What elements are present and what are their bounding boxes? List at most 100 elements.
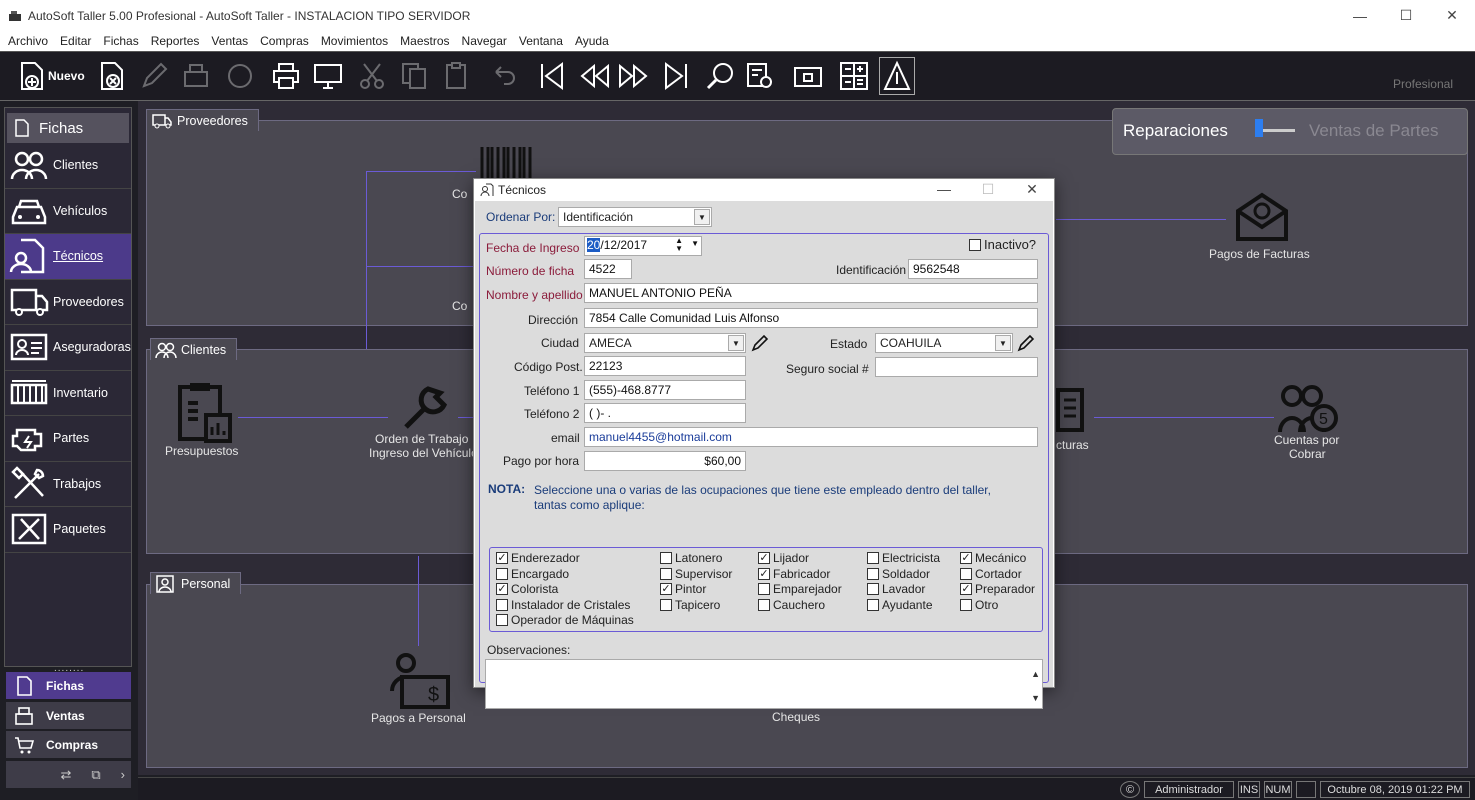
occupation-checkbox[interactable]: Soldador [867, 567, 930, 581]
cut-button[interactable] [356, 57, 388, 95]
menu-ventana[interactable]: Ventana [513, 34, 569, 48]
switch-knob[interactable] [1255, 119, 1263, 137]
search-list-button[interactable] [744, 57, 776, 95]
chevron-down-icon[interactable]: ▼ [995, 335, 1011, 351]
minimize-icon[interactable]: — [1337, 0, 1383, 31]
node-compras-top[interactable]: Co [452, 187, 467, 201]
node-orden-trabajo[interactable]: Orden de Trabajo [375, 432, 468, 446]
paste-button[interactable] [440, 57, 472, 95]
occupation-checkbox[interactable]: ✓ Mecánico [960, 551, 1026, 565]
close-icon[interactable]: ✕ [1429, 0, 1475, 31]
pencil-icon[interactable] [750, 333, 770, 353]
occupation-checkbox[interactable]: Latonero [660, 551, 722, 565]
occupation-checkbox[interactable]: ✓ Lijador [758, 551, 809, 565]
chevron-right-icon[interactable]: › [121, 767, 125, 782]
sidebar-item-partes[interactable]: Partes [5, 416, 131, 462]
occupation-checkbox[interactable]: Operador de Máquinas [496, 613, 634, 627]
occupation-checkbox[interactable]: Cauchero [758, 598, 825, 612]
sidebar-item-paquetes[interactable]: Paquetes [5, 507, 131, 553]
menu-ayuda[interactable]: Ayuda [569, 34, 615, 48]
ciudad-select[interactable]: AMECA ▼ [584, 333, 746, 353]
node-ingreso-vehiculo[interactable]: Ingreso del Vehículo [369, 446, 478, 460]
mode-reparaciones[interactable]: Reparaciones [1123, 121, 1228, 141]
nav-compras[interactable]: Compras [6, 731, 131, 758]
spin-updown-icon[interactable]: ▲ ▼ [675, 237, 683, 253]
chevron-down-icon[interactable]: ▼ [728, 335, 744, 351]
observaciones-textarea[interactable]: ▲ ▼ [485, 659, 1043, 709]
brand-button[interactable] [879, 57, 915, 95]
occupation-checkbox[interactable]: ✓ Fabricador [758, 567, 830, 581]
node-cheques[interactable]: Cheques [772, 710, 820, 724]
undo-button[interactable] [488, 57, 520, 95]
first-record-button[interactable] [536, 57, 568, 95]
node-compras-bottom[interactable]: Co [452, 299, 467, 313]
lock-button[interactable] [792, 57, 824, 95]
chevron-down-icon[interactable]: ▼ [691, 239, 699, 248]
menu-archivo[interactable]: Archivo [2, 34, 54, 48]
node-cobrar[interactable]: Cobrar [1289, 447, 1326, 461]
fecha-ingreso-picker[interactable]: 20/12/2017 ▲ ▼ ▼ [584, 236, 702, 256]
nav-fichas[interactable]: Fichas [6, 672, 131, 699]
order-by-select[interactable]: Identificación ▼ [558, 207, 712, 227]
node-cuentas-por[interactable]: Cuentas por [1274, 433, 1339, 447]
chevron-down-icon[interactable]: ▼ [694, 209, 710, 225]
sidebar-item-tecnicos[interactable]: Técnicos [5, 234, 131, 280]
sidebar-item-proveedores[interactable]: Proveedores [5, 280, 131, 325]
occupation-checkbox[interactable]: Cortador [960, 567, 1022, 581]
swap-icon[interactable]: ⇄ [60, 767, 71, 783]
dialog-close-icon[interactable]: ✕ [1022, 181, 1042, 198]
scrollbar-arrows[interactable]: ▲ ▼ [1031, 662, 1040, 710]
email-input[interactable]: manuel4455@hotmail.com [584, 427, 1038, 447]
menu-compras[interactable]: Compras [254, 34, 315, 48]
occupation-checkbox[interactable]: Ayudante [867, 598, 933, 612]
new-record-button[interactable] [16, 57, 48, 95]
codigo-postal-input[interactable]: 22123 [584, 356, 746, 376]
menu-editar[interactable]: Editar [54, 34, 97, 48]
print-button[interactable] [270, 57, 302, 95]
occupation-checkbox[interactable]: Instalador de Cristales [496, 598, 630, 612]
occupation-checkbox[interactable]: ✓ Pintor [660, 582, 706, 596]
telefono2-input[interactable]: ( )- . [584, 403, 746, 423]
node-pagos-facturas[interactable]: Pagos de Facturas [1209, 247, 1310, 261]
next-record-button[interactable] [618, 57, 650, 95]
nombre-input[interactable]: MANUEL ANTONIO PEÑA [584, 283, 1038, 303]
calculator-button[interactable] [838, 57, 870, 95]
estado-select[interactable]: COAHUILA ▼ [875, 333, 1013, 353]
pencil-icon[interactable] [1016, 333, 1036, 353]
mode-ventas-partes[interactable]: Ventas de Partes [1309, 121, 1438, 141]
inactive-checkbox[interactable]: Inactivo? [969, 237, 1036, 252]
menu-navegar[interactable]: Navegar [456, 34, 513, 48]
occupation-checkbox[interactable]: ✓ Colorista [496, 582, 558, 596]
node-facturas[interactable]: cturas [1056, 438, 1089, 452]
seguro-social-input[interactable] [875, 357, 1038, 377]
menu-reportes[interactable]: Reportes [145, 34, 206, 48]
occupation-checkbox[interactable]: Encargado [496, 567, 569, 581]
search-button[interactable] [704, 57, 736, 95]
windows-icon[interactable]: ⧉ [91, 767, 100, 783]
nav-ventas[interactable]: Ventas [6, 702, 131, 729]
node-presupuestos[interactable]: Presupuestos [165, 444, 238, 458]
sidebar-item-clientes[interactable]: Clientes [5, 143, 131, 189]
occupation-checkbox[interactable]: Lavador [867, 582, 925, 596]
menu-fichas[interactable]: Fichas [97, 34, 144, 48]
dialog-maximize-icon[interactable]: ☐ [978, 181, 998, 198]
sidebar-item-inventario[interactable]: Inventario [5, 371, 131, 416]
maximize-icon[interactable]: ☐ [1383, 0, 1429, 31]
save-button[interactable] [180, 57, 212, 95]
identificacion-input[interactable]: 9562548 [908, 259, 1038, 279]
pago-hora-input[interactable]: $60,00 [584, 451, 746, 471]
refresh-button[interactable] [224, 57, 256, 95]
occupation-checkbox[interactable]: Otro [960, 598, 998, 612]
sidebar-item-vehiculos[interactable]: Vehículos [5, 189, 131, 234]
mode-switch[interactable]: Reparaciones Ventas de Partes [1112, 108, 1468, 155]
new-button-label[interactable]: Nuevo [48, 69, 85, 83]
occupation-checkbox[interactable]: ✓ Enderezador [496, 551, 580, 565]
last-record-button[interactable] [660, 57, 692, 95]
previous-record-button[interactable] [578, 57, 610, 95]
occupation-checkbox[interactable]: ✓ Preparador [960, 582, 1035, 596]
occupation-checkbox[interactable]: Electricista [867, 551, 940, 565]
direccion-input[interactable]: 7854 Calle Comunidad Luis Alfonso [584, 308, 1038, 328]
menu-movimientos[interactable]: Movimientos [315, 34, 394, 48]
node-pagos-personal[interactable]: Pagos a Personal [371, 711, 466, 725]
copy-button[interactable] [398, 57, 430, 95]
